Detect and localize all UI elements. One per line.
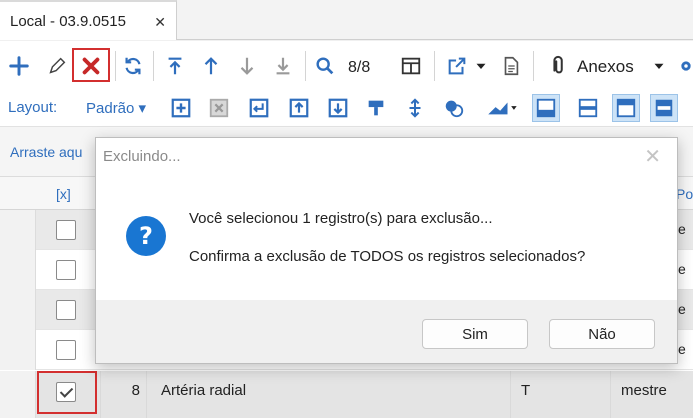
previous-record-icon[interactable] [198, 53, 224, 79]
yes-button[interactable]: Sim [422, 319, 528, 349]
separator [533, 51, 534, 81]
row-cell-partial: e [678, 341, 686, 357]
column-header-partial[interactable]: Po [676, 186, 693, 202]
tab-strip: Local - 03.9.0515 ✕ [0, 0, 693, 40]
row-indicator [0, 371, 36, 418]
columns-view-icon[interactable] [398, 53, 424, 79]
main-toolbar: 8/8 Anexos [0, 41, 693, 89]
row-checkbox[interactable] [56, 340, 76, 360]
split-icon[interactable] [401, 94, 429, 122]
shapes-icon[interactable] [440, 94, 468, 122]
layout-select[interactable]: Padrão ▾ [86, 99, 146, 117]
row-number-cell[interactable]: 8 [100, 371, 146, 418]
first-record-icon[interactable] [162, 53, 188, 79]
row-checkbox[interactable] [56, 300, 76, 320]
no-button[interactable]: Não [549, 319, 655, 349]
row-indicator [0, 290, 36, 330]
layout-top-icon[interactable] [612, 94, 640, 122]
document-icon[interactable] [498, 53, 524, 79]
enter-row-icon[interactable] [245, 94, 273, 122]
export-icon[interactable] [444, 53, 470, 79]
layout-label: Layout: [8, 99, 58, 116]
add-icon[interactable] [6, 53, 32, 79]
edit-icon[interactable] [44, 53, 70, 79]
layout-both-icon[interactable] [650, 94, 678, 122]
remove-row-icon[interactable] [205, 94, 233, 122]
row-checkbox-checked[interactable] [56, 382, 76, 402]
delete-confirm-dialog: Excluindo... ✕ ? Você selecionou 1 regis… [95, 137, 678, 364]
layout-toolbar: Layout: Padrão ▾ [0, 89, 693, 127]
settings-icon[interactable] [679, 53, 693, 79]
last-record-icon[interactable] [270, 53, 296, 79]
tab-label: Local - 03.9.0515 [10, 12, 126, 30]
selected-table-row[interactable]: 8 Artéria radial T mestre [0, 371, 693, 418]
paint-icon[interactable] [362, 94, 390, 122]
tab-local[interactable]: Local - 03.9.0515 ✕ [0, 0, 177, 40]
row-cell-partial: e [678, 301, 686, 317]
move-down-icon[interactable] [324, 94, 352, 122]
dialog-footer: Sim Não [96, 300, 677, 363]
row-checkbox[interactable] [56, 220, 76, 240]
move-up-icon[interactable] [285, 94, 313, 122]
row-owner-cell[interactable]: mestre [610, 371, 693, 418]
layout-bottom-icon[interactable] [532, 94, 560, 122]
search-icon[interactable] [312, 53, 338, 79]
layout-horizontal-icon[interactable] [574, 94, 602, 122]
anexos-label[interactable]: Anexos [577, 57, 634, 77]
row-checkbox[interactable] [56, 260, 76, 280]
group-by-hint: Arraste aqu [10, 144, 83, 160]
delete-icon[interactable] [78, 53, 104, 79]
record-counter: 8/8 [348, 59, 371, 76]
separator [153, 51, 154, 81]
next-record-icon[interactable] [234, 53, 260, 79]
dialog-close-icon[interactable]: ✕ [644, 144, 661, 169]
add-row-icon[interactable] [167, 94, 195, 122]
select-all-header[interactable]: [x] [56, 186, 71, 202]
attachment-icon[interactable] [546, 53, 572, 79]
row-type-cell[interactable]: T [510, 371, 610, 418]
export-dropdown-icon[interactable] [472, 53, 490, 79]
separator [305, 51, 306, 81]
separator [434, 51, 435, 81]
row-indicator [0, 330, 36, 370]
question-icon: ? [126, 216, 166, 256]
dialog-title: Excluindo... [103, 148, 181, 165]
separator [115, 51, 116, 81]
tab-close-icon[interactable]: ✕ [154, 14, 166, 31]
chart-dropdown-icon[interactable] [482, 94, 522, 122]
dialog-message-2: Confirma a exclusão de TODOS os registro… [189, 248, 586, 265]
dialog-message-1: Você selecionou 1 registro(s) para exclu… [189, 210, 493, 227]
row-cell-partial: e [678, 221, 686, 237]
row-indicator [0, 210, 36, 250]
anexos-dropdown-icon[interactable] [650, 53, 668, 79]
row-description-cell[interactable]: Artéria radial [146, 371, 510, 418]
refresh-icon[interactable] [120, 53, 146, 79]
row-cell-partial: e [678, 261, 686, 277]
row-indicator [0, 250, 36, 290]
